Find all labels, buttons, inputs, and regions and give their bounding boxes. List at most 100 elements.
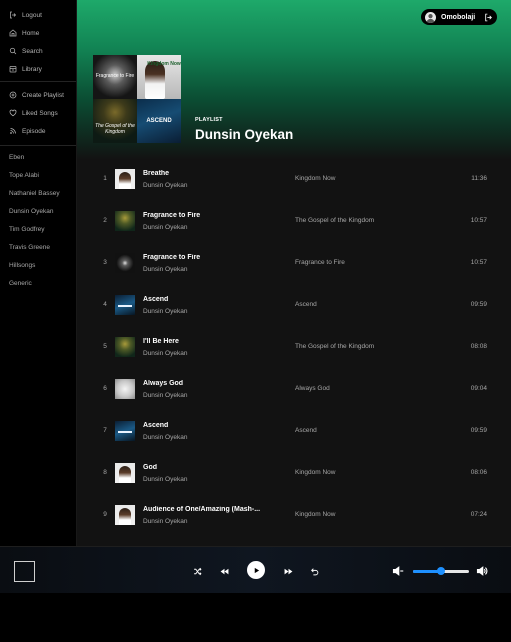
playlist-cover: Fragrance to Fire Kingdom Now The Gospel…: [93, 55, 181, 143]
track-album-art: [115, 253, 135, 273]
track-number: 9: [103, 511, 107, 518]
track-number: 7: [103, 427, 107, 434]
track-row[interactable]: 5 I'll Be Here Dunsin Oyekan The Gospel of …: [77, 326, 511, 368]
track-duration: 09:59: [470, 427, 487, 434]
track-artist[interactable]: Dunsin Oyekan: [143, 392, 187, 399]
track-number: 4: [103, 301, 107, 308]
track-row[interactable]: 6 Always God Dunsin Oyekan Always God 09:04: [77, 368, 511, 410]
track-row[interactable]: 4 Ascend Dunsin Oyekan Ascend 09:59: [77, 284, 511, 326]
track-album-art: [115, 505, 135, 525]
sidebar-item-library[interactable]: Library: [0, 60, 76, 78]
playlist-header: Omobolaji Fragrance to Fire Kingdom Now …: [77, 0, 511, 160]
track-album-art: [115, 169, 135, 189]
sidebar-artist-item[interactable]: Dunsin Oyekan: [0, 203, 76, 221]
track-album[interactable]: Kingdom Now: [295, 494, 385, 536]
track-artist[interactable]: Dunsin Oyekan: [143, 518, 187, 525]
track-album[interactable]: Ascend: [295, 284, 385, 326]
track-title: Breathe: [143, 170, 170, 177]
plus-circle-icon: [9, 91, 17, 99]
track-album[interactable]: The Gospel of the Kingdom: [295, 326, 385, 368]
sidebar-item-label: Create Playlist: [22, 91, 64, 99]
track-title: I'll Be Here: [143, 338, 179, 345]
user-avatar-icon: [425, 11, 436, 23]
sidebar-item-episode[interactable]: Episode: [0, 122, 76, 140]
track-list: 1 Breathe Dunsin Oyekan Kingdom Now 11:36 2 Fr…: [77, 158, 511, 536]
logout-icon: [10, 11, 17, 19]
previous-icon: [220, 568, 228, 574]
logout-icon: [485, 13, 492, 21]
sidebar-artist-list: Eben Tope Alabi Nathaniel Bassey Dunsin …: [0, 149, 76, 293]
album-art-label: The Gospel of the Kingdom: [95, 123, 135, 135]
sidebar-artist-item[interactable]: Tope Alabi: [0, 167, 76, 185]
track-duration: 09:59: [470, 301, 487, 308]
sidebar-divider: [0, 145, 76, 146]
play-icon: [254, 567, 259, 573]
shuffle-button[interactable]: [188, 562, 206, 580]
track-title: God: [143, 464, 157, 471]
track-title: Ascend: [143, 296, 169, 303]
track-album[interactable]: Always God: [295, 368, 385, 410]
volume-thumb[interactable]: [437, 567, 445, 575]
sidebar-item-search[interactable]: Search: [0, 42, 76, 60]
sidebar: Logout Home Search Library Create Playli…: [0, 0, 77, 546]
track-artist[interactable]: Dunsin Oyekan: [143, 266, 187, 273]
track-row[interactable]: 3 Fragrance to Fire Dunsin Oyekan Fragrance…: [77, 242, 511, 284]
sidebar-item-label: Search: [22, 47, 43, 55]
sidebar-artist-item[interactable]: Nathaniel Bassey: [0, 185, 76, 203]
volume-slider[interactable]: [413, 567, 469, 575]
user-menu-button[interactable]: Omobolaji: [421, 9, 497, 25]
sidebar-item-home[interactable]: Home: [0, 24, 76, 42]
sidebar-item-liked-songs[interactable]: Liked Songs: [0, 104, 76, 122]
track-duration: 10:57: [470, 217, 487, 224]
track-artist[interactable]: Dunsin Oyekan: [143, 476, 187, 483]
rss-icon: [10, 128, 16, 134]
previous-button[interactable]: [215, 562, 233, 580]
sidebar-artist-item[interactable]: Generic: [0, 275, 76, 293]
track-artist[interactable]: Dunsin Oyekan: [143, 434, 187, 441]
library-icon: [9, 66, 17, 73]
album-art-label: Kingdom Now: [147, 61, 181, 67]
sidebar-artist-item[interactable]: Tim Godfrey: [0, 221, 76, 239]
track-artist[interactable]: Dunsin Oyekan: [143, 350, 187, 357]
next-button[interactable]: [279, 562, 297, 580]
sidebar-nav-playlists: Create Playlist Liked Songs Episode: [0, 86, 76, 140]
track-album[interactable]: Kingdom Now: [295, 158, 385, 200]
track-row[interactable]: 2 Fragrance to Fire Dunsin Oyekan The Gospe…: [77, 200, 511, 242]
user-name: Omobolaji: [441, 13, 476, 21]
play-button[interactable]: [247, 561, 265, 579]
track-artist[interactable]: Dunsin Oyekan: [143, 182, 187, 189]
sidebar-artist-item[interactable]: Eben: [0, 149, 76, 167]
track-album-art: [115, 211, 135, 231]
track-duration: 10:57: [470, 259, 487, 266]
track-artist[interactable]: Dunsin Oyekan: [143, 224, 187, 231]
sidebar-nav-main: Logout Home Search Library: [0, 6, 76, 78]
track-title: Always God: [143, 380, 184, 387]
track-album[interactable]: The Gospel of the Kingdom: [295, 200, 385, 242]
sidebar-artist-item[interactable]: Travis Greene: [0, 239, 76, 257]
repeat-button[interactable]: [305, 562, 323, 580]
volume-low-icon[interactable]: [392, 565, 404, 577]
track-row[interactable]: 8 God Dunsin Oyekan Kingdom Now 08:06: [77, 452, 511, 494]
track-row[interactable]: 9 Audience of One/Amazing (Mash-... Dunsin…: [77, 494, 511, 536]
track-album-art: [115, 421, 135, 441]
track-duration: 08:06: [470, 469, 487, 476]
volume-high-icon[interactable]: [476, 565, 488, 577]
track-row[interactable]: 7 Ascend Dunsin Oyekan Ascend 09:59: [77, 410, 511, 452]
search-icon: [9, 47, 17, 55]
track-duration: 09:04: [470, 385, 487, 392]
playlist-type-label: PLAYLIST: [195, 117, 223, 123]
sidebar-item-logout[interactable]: Logout: [0, 6, 76, 24]
album-art-gospel-of-the-kingdom: The Gospel of the Kingdom: [93, 99, 137, 143]
track-album[interactable]: Kingdom Now: [295, 452, 385, 494]
track-album[interactable]: Ascend: [295, 410, 385, 452]
sidebar-item-create-playlist[interactable]: Create Playlist: [0, 86, 76, 104]
track-artist[interactable]: Dunsin Oyekan: [143, 308, 187, 315]
track-row[interactable]: 1 Breathe Dunsin Oyekan Kingdom Now 11:36: [77, 158, 511, 200]
home-icon: [9, 29, 17, 37]
sidebar-artist-item[interactable]: Hillsongs: [0, 257, 76, 275]
track-number: 6: [103, 385, 107, 392]
track-album[interactable]: Fragrance to Fire: [295, 242, 385, 284]
track-duration: 07:24: [470, 511, 487, 518]
track-number: 3: [103, 259, 107, 266]
repeat-icon: [310, 567, 318, 575]
